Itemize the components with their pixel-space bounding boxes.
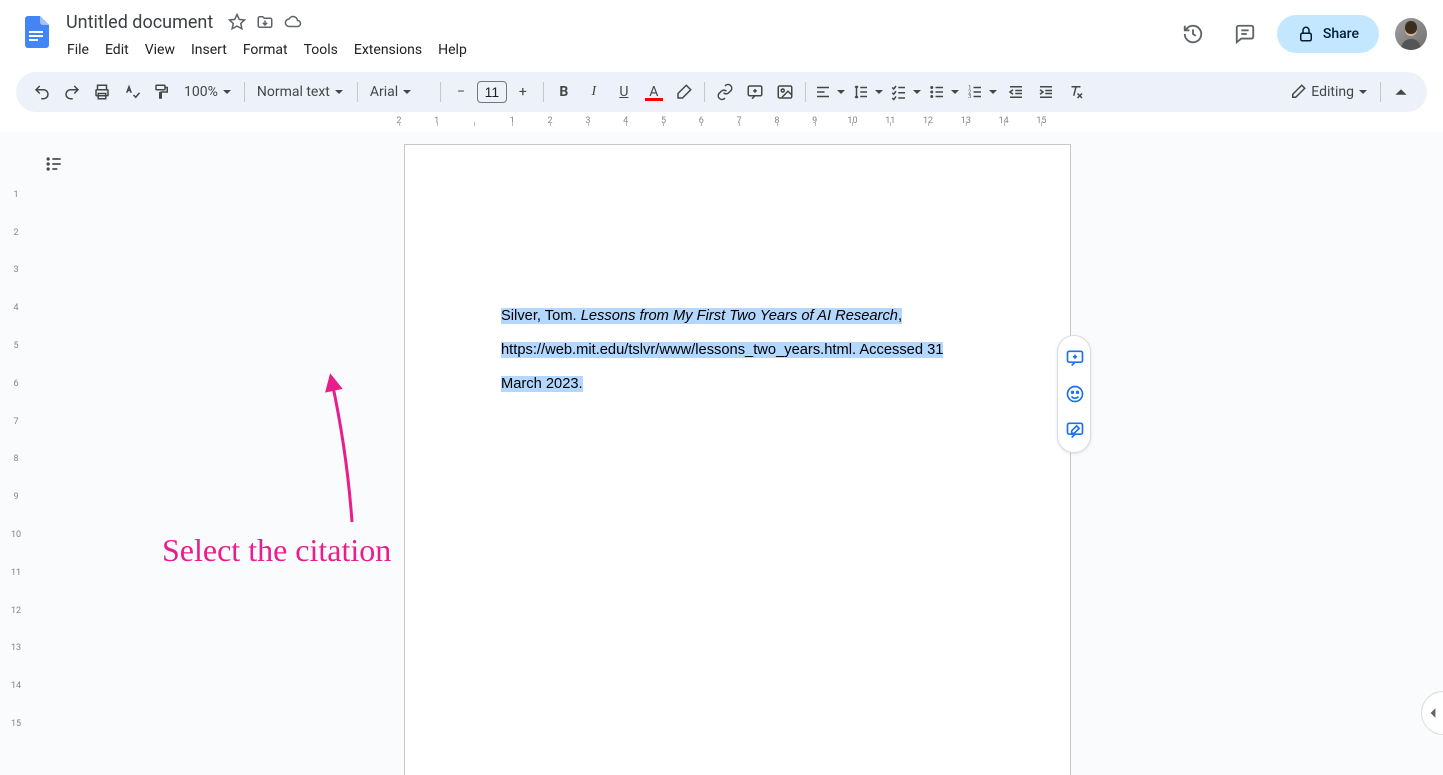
paint-format-button[interactable]	[148, 78, 176, 106]
zoom-value: 100%	[184, 84, 218, 100]
toolbar-separator	[357, 82, 358, 102]
selection-action-bubble	[1057, 335, 1091, 453]
align-dropdown[interactable]	[812, 78, 848, 106]
bubble-emoji-icon[interactable]	[1058, 376, 1092, 412]
avatar[interactable]	[1395, 18, 1427, 50]
document-page[interactable]: Silver, Tom. Lessons from My First Two Y…	[404, 144, 1071, 775]
editing-mode-dropdown[interactable]: Editing	[1283, 78, 1374, 106]
menu-view[interactable]: View	[138, 38, 182, 62]
insert-image-button[interactable]	[771, 78, 799, 106]
menu-tools[interactable]: Tools	[297, 38, 345, 62]
clear-formatting-button[interactable]	[1062, 78, 1090, 106]
print-button[interactable]	[88, 78, 116, 106]
font-size-control: − +	[447, 78, 537, 106]
add-comment-button[interactable]	[741, 78, 769, 106]
font-size-increase[interactable]: +	[509, 78, 537, 106]
insert-link-button[interactable]	[711, 78, 739, 106]
comment-icon[interactable]	[1225, 14, 1265, 54]
share-button[interactable]: Share	[1277, 15, 1379, 53]
document-title[interactable]: Untitled document	[60, 10, 219, 35]
font-dropdown[interactable]: Arial	[364, 78, 434, 106]
header-right: Share	[1173, 14, 1427, 54]
menu-help[interactable]: Help	[431, 38, 474, 62]
font-size-input[interactable]	[477, 81, 507, 103]
page-container: Silver, Tom. Lessons from My First Two Y…	[32, 132, 1443, 775]
bold-button[interactable]: B	[550, 78, 578, 106]
toolbar-separator	[440, 82, 441, 102]
editing-mode-label: Editing	[1311, 84, 1354, 100]
toolbar-separator	[704, 82, 705, 102]
line-spacing-dropdown[interactable]	[850, 78, 886, 106]
bulleted-list-dropdown[interactable]	[926, 78, 962, 106]
increase-indent-button[interactable]	[1032, 78, 1060, 106]
annotation-arrow-icon	[302, 372, 382, 532]
collapse-toolbar-button[interactable]	[1387, 78, 1415, 106]
menu-extensions[interactable]: Extensions	[347, 38, 429, 62]
toolbar-separator	[1380, 82, 1381, 102]
underline-button[interactable]: U	[610, 78, 638, 106]
share-button-label: Share	[1323, 26, 1359, 42]
toolbar-separator	[244, 82, 245, 102]
numbered-list-dropdown[interactable]: 123	[964, 78, 1000, 106]
bubble-add-comment-icon[interactable]	[1058, 340, 1092, 376]
menu-file[interactable]: File	[60, 38, 96, 62]
page-content[interactable]: Silver, Tom. Lessons from My First Two Y…	[501, 300, 974, 401]
canvas-area: 123456789101112131415 Silver, Tom. Lesso…	[0, 132, 1443, 775]
spellcheck-button[interactable]	[118, 78, 146, 106]
citation-text-selected[interactable]: Silver, Tom. Lessons from My First Two Y…	[501, 308, 943, 392]
docs-logo[interactable]	[16, 12, 56, 52]
redo-button[interactable]	[58, 78, 86, 106]
zoom-dropdown[interactable]: 100%	[178, 78, 238, 106]
horizontal-ruler[interactable]: 21123456789101112131415	[40, 116, 1443, 132]
undo-button[interactable]	[28, 78, 56, 106]
toolbar: 100% Normal text Arial − + B I U A 123 E…	[16, 72, 1427, 112]
star-icon[interactable]	[227, 12, 247, 32]
menu-edit[interactable]: Edit	[98, 38, 136, 62]
paragraph-style-dropdown[interactable]: Normal text	[251, 78, 351, 106]
title-row: Untitled document	[60, 8, 1173, 36]
decrease-indent-button[interactable]	[1002, 78, 1030, 106]
menu-format[interactable]: Format	[236, 38, 295, 62]
cloud-status-icon[interactable]	[283, 12, 303, 32]
highlight-button[interactable]	[670, 78, 698, 106]
text-color-button[interactable]: A	[640, 78, 668, 106]
paragraph-style-value: Normal text	[257, 84, 330, 100]
font-size-decrease[interactable]: −	[447, 78, 475, 106]
menu-bar: File Edit View Insert Format Tools Exten…	[60, 36, 1173, 64]
italic-button[interactable]: I	[580, 78, 608, 106]
bubble-suggest-icon[interactable]	[1058, 412, 1092, 448]
annotation-text: Select the citation	[162, 532, 391, 569]
move-icon[interactable]	[255, 12, 275, 32]
history-icon[interactable]	[1173, 14, 1213, 54]
font-value: Arial	[370, 84, 398, 100]
header-center: Untitled document File Edit View Insert …	[60, 8, 1173, 64]
checklist-dropdown[interactable]	[888, 78, 924, 106]
toolbar-separator	[543, 82, 544, 102]
toolbar-separator	[805, 82, 806, 102]
menu-insert[interactable]: Insert	[184, 38, 234, 62]
svg-text:3: 3	[968, 94, 971, 100]
app-header: Untitled document File Edit View Insert …	[0, 0, 1443, 64]
vertical-ruler[interactable]: 123456789101112131415	[0, 132, 32, 775]
